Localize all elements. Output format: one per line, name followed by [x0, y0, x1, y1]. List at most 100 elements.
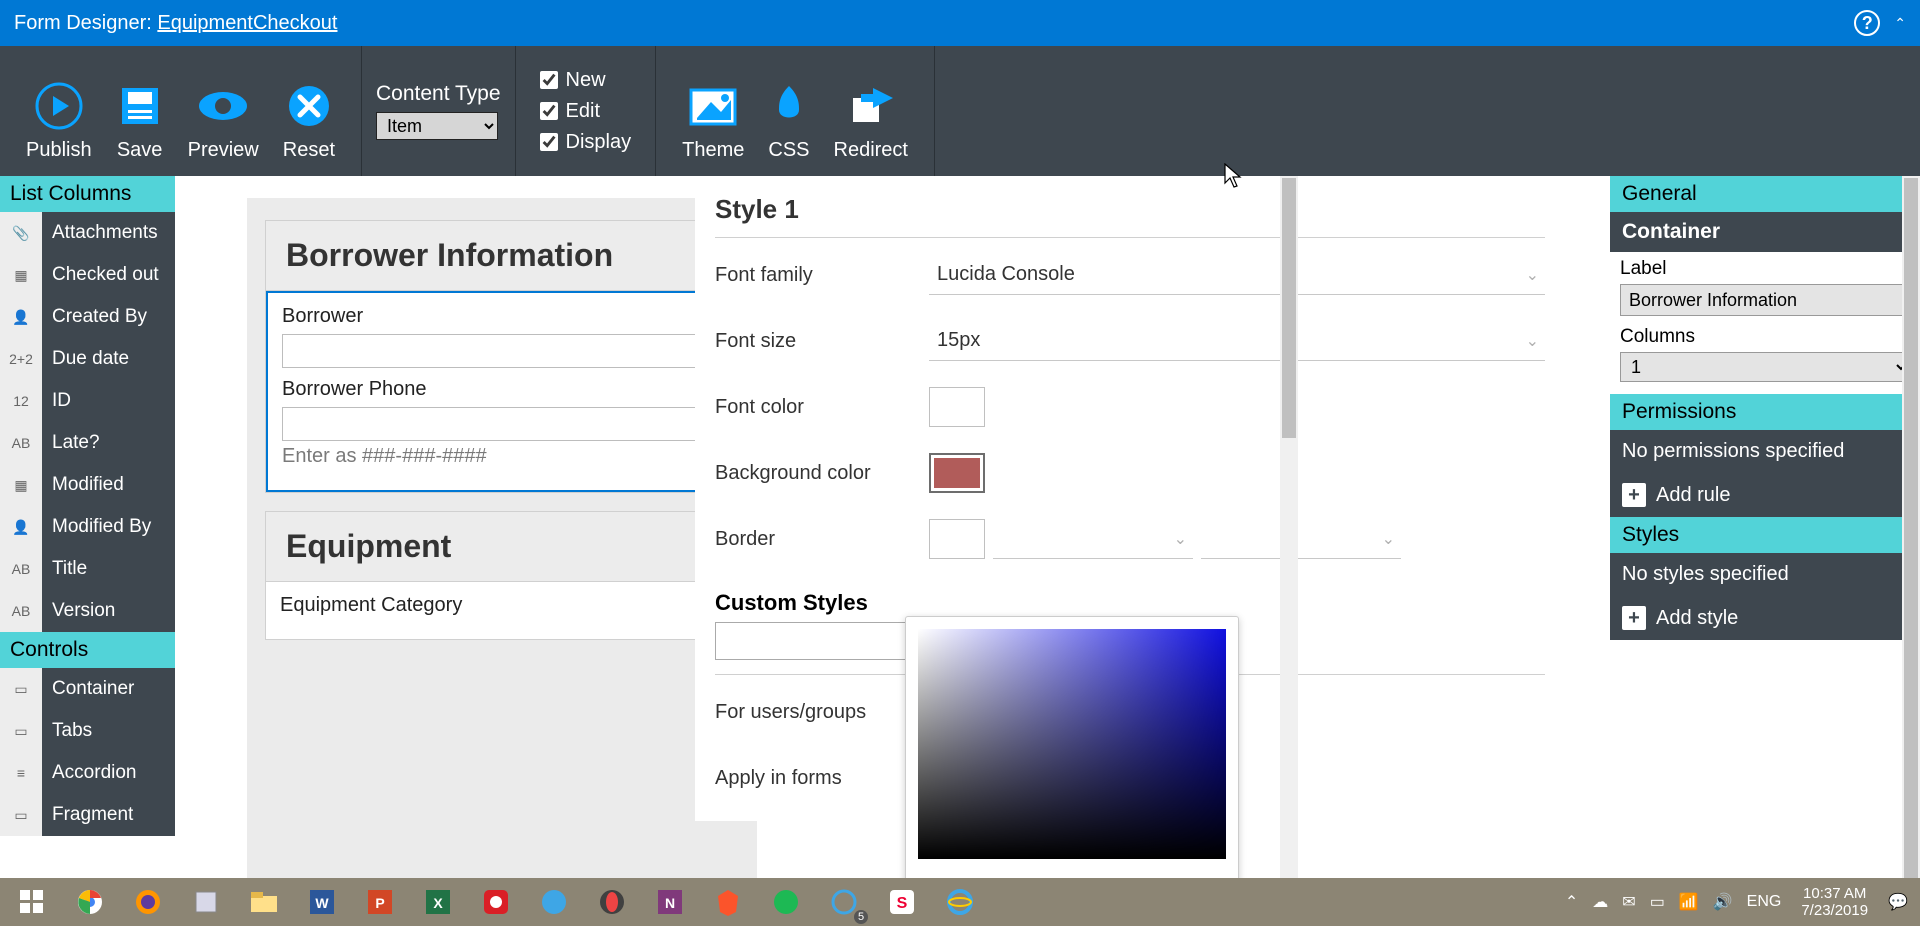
control-item[interactable]: ≡Accordion [0, 752, 175, 794]
list-column-item[interactable]: 👤Modified By [0, 506, 175, 548]
field-equipment-category[interactable]: Equipment Category [280, 594, 728, 617]
chevron-down-icon: ⌄ [1526, 331, 1539, 351]
bg-color-label: Background color [715, 462, 929, 485]
svg-text:P: P [375, 895, 384, 911]
list-column-item[interactable]: ABLate? [0, 422, 175, 464]
tray-mail-icon[interactable]: ✉ [1622, 892, 1635, 912]
reset-button[interactable]: Reset [271, 46, 347, 176]
tray-battery-icon[interactable]: ▭ [1650, 892, 1665, 912]
taskbar-excel[interactable]: X [410, 882, 466, 922]
tray-notifications-icon[interactable]: 💬 [1888, 892, 1908, 912]
font-color-swatch[interactable] [929, 387, 985, 427]
control-item[interactable]: ▭Tabs [0, 710, 175, 752]
section-equipment[interactable]: Equipment Equipment Category [265, 511, 743, 640]
control-type-icon: ≡ [0, 752, 42, 794]
field-borrower[interactable]: Borrower [282, 305, 726, 368]
control-item[interactable]: ▭Container [0, 668, 175, 710]
taskbar-cortana[interactable]: 5 [816, 882, 872, 922]
taskbar-creative-cloud[interactable] [468, 882, 524, 922]
help-icon[interactable]: ? [1854, 10, 1880, 36]
canvas: Borrower Information Borrower Borrower P… [175, 176, 1610, 878]
label-input[interactable] [1620, 284, 1910, 316]
section-body-equipment[interactable]: Equipment Category [266, 582, 742, 639]
custom-styles-input[interactable] [715, 622, 929, 660]
start-button[interactable] [4, 882, 60, 922]
preview-button[interactable]: Preview [176, 46, 271, 176]
font-family-select[interactable]: Lucida Console ⌄ [929, 255, 1545, 295]
field-borrower-phone[interactable]: Borrower Phone Enter as ###-###-#### [282, 378, 726, 468]
tray-wifi-icon[interactable]: 📶 [1679, 892, 1699, 912]
taskbar-app1[interactable] [178, 882, 234, 922]
control-label: Container [42, 668, 175, 710]
redirect-button[interactable]: Redirect [822, 46, 920, 176]
bg-color-swatch[interactable] [929, 453, 985, 493]
list-column-item[interactable]: ▦Checked out [0, 254, 175, 296]
form-mode-group: New Edit Display [516, 46, 657, 176]
control-item[interactable]: ▭Fragment [0, 794, 175, 836]
field-borrower-phone-input[interactable] [282, 407, 726, 441]
taskbar-ie[interactable] [932, 882, 988, 922]
taskbar-chrome[interactable] [62, 882, 118, 922]
list-column-item[interactable]: 12ID [0, 380, 175, 422]
taskbar-brave[interactable] [700, 882, 756, 922]
add-rule-button[interactable]: + Add rule [1610, 473, 1920, 517]
column-label: Modified By [42, 506, 175, 548]
control-label: Accordion [42, 752, 175, 794]
section-borrower-info[interactable]: Borrower Information Borrower Borrower P… [265, 220, 743, 493]
add-style-button[interactable]: + Add style [1610, 596, 1920, 640]
border-color-swatch[interactable] [929, 519, 985, 559]
cortana-badge: 5 [854, 910, 868, 924]
css-button[interactable]: CSS [756, 46, 821, 176]
chevron-down-icon: ⌄ [1526, 265, 1539, 285]
taskbar-spotify[interactable] [758, 882, 814, 922]
chk-display-input[interactable] [540, 133, 558, 151]
border-style-select[interactable]: ⌄ [993, 519, 1193, 559]
taskbar-powerpoint[interactable]: P [352, 882, 408, 922]
field-borrower-input[interactable] [282, 334, 726, 368]
taskbar-onenote[interactable]: N [642, 882, 698, 922]
canvas-scrollbar[interactable] [1280, 176, 1298, 878]
section-body-borrower[interactable]: Borrower Borrower Phone Enter as ###-###… [266, 291, 742, 492]
color-picker-popup[interactable] [905, 616, 1239, 878]
list-column-item[interactable]: ▦Modified [0, 464, 175, 506]
chk-new-input[interactable] [540, 71, 558, 89]
chk-display[interactable]: Display [540, 131, 632, 154]
columns-select[interactable]: 1 [1620, 352, 1910, 382]
border-label: Border [715, 528, 929, 551]
taskbar-explorer[interactable] [236, 882, 292, 922]
list-column-item[interactable]: 👤Created By [0, 296, 175, 338]
list-column-item[interactable]: 2+2Due date [0, 338, 175, 380]
taskbar-edge[interactable] [526, 882, 582, 922]
css-label: CSS [768, 139, 809, 162]
tray-volume-icon[interactable]: 🔊 [1713, 892, 1733, 912]
tray-onedrive-icon[interactable]: ☁ [1592, 892, 1608, 912]
tray-clock[interactable]: 10:37 AM 7/23/2019 [1795, 885, 1874, 919]
publish-button[interactable]: Publish [14, 46, 104, 176]
collapse-ribbon-icon[interactable]: ⌃ [1894, 15, 1906, 32]
right-panel-scrollbar[interactable] [1902, 176, 1920, 878]
column-type-icon: 👤 [0, 506, 42, 548]
chk-edit[interactable]: Edit [540, 100, 600, 123]
list-column-item[interactable]: 📎Attachments [0, 212, 175, 254]
styles-header: Styles [1610, 517, 1920, 553]
list-column-item[interactable]: ABVersion [0, 590, 175, 632]
content-type-select[interactable]: Item [376, 112, 498, 140]
taskbar-snagit[interactable]: S [874, 882, 930, 922]
tray-chevron-icon[interactable]: ⌃ [1565, 892, 1578, 912]
tray-lang[interactable]: ENG [1747, 893, 1782, 911]
theme-button[interactable]: Theme [670, 46, 756, 176]
svg-text:X: X [433, 895, 443, 911]
taskbar-opera[interactable] [584, 882, 640, 922]
chk-new[interactable]: New [540, 69, 606, 92]
chevron-down-icon: ⌄ [1382, 529, 1395, 549]
chk-edit-input[interactable] [540, 102, 558, 120]
color-gradient[interactable] [918, 629, 1226, 859]
save-button[interactable]: Save [104, 46, 176, 176]
font-size-select[interactable]: 15px ⌄ [929, 321, 1545, 361]
list-column-item[interactable]: ABTitle [0, 548, 175, 590]
taskbar-firefox[interactable] [120, 882, 176, 922]
border-width-select[interactable]: ⌄ [1201, 519, 1401, 559]
form-name-link[interactable]: EquipmentCheckout [157, 12, 337, 34]
for-users-label: For users/groups [715, 701, 929, 724]
taskbar-word[interactable]: W [294, 882, 350, 922]
